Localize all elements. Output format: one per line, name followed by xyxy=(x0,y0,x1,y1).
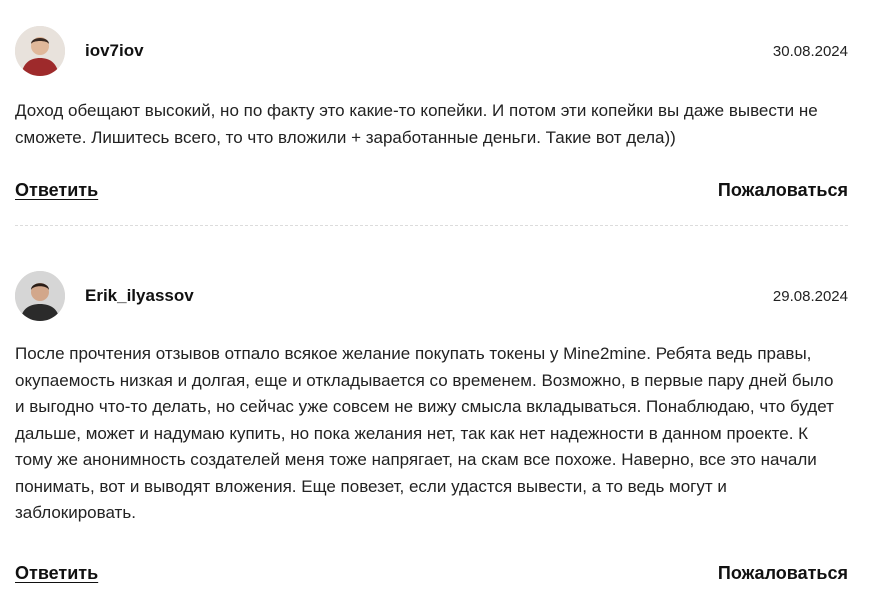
comment-date: 29.08.2024 xyxy=(772,288,848,305)
avatar[interactable] xyxy=(15,271,65,321)
reply-button[interactable]: Ответить xyxy=(15,180,98,201)
comment-text: Доход обещают высокий, но по факту это к… xyxy=(15,101,818,147)
comment-item: Erik_ilyassov 29.08.2024 После прочтения… xyxy=(15,245,848,593)
reply-button[interactable]: Ответить xyxy=(15,563,98,584)
report-button[interactable]: Пожаловаться xyxy=(718,563,848,584)
comment-item: iov7iov 30.08.2024 Доход обещают высокий… xyxy=(15,0,848,210)
avatar[interactable] xyxy=(15,26,65,76)
divider xyxy=(15,225,848,226)
comment-actions: Ответить Пожаловаться xyxy=(15,180,848,210)
username[interactable]: iov7iov xyxy=(85,41,144,61)
comment-header: Erik_ilyassov 29.08.2024 xyxy=(15,245,848,349)
username[interactable]: Erik_ilyassov xyxy=(85,286,194,306)
user-avatar-image xyxy=(15,271,65,321)
comment-actions: Ответить Пожаловаться xyxy=(15,563,848,593)
report-button[interactable]: Пожаловаться xyxy=(718,180,848,201)
comment-header: iov7iov 30.08.2024 xyxy=(15,0,848,104)
comment-date: 30.08.2024 xyxy=(772,43,848,60)
comment-text: После прочтения отзывов отпало всякое же… xyxy=(15,344,834,522)
user-avatar-image xyxy=(15,26,65,76)
